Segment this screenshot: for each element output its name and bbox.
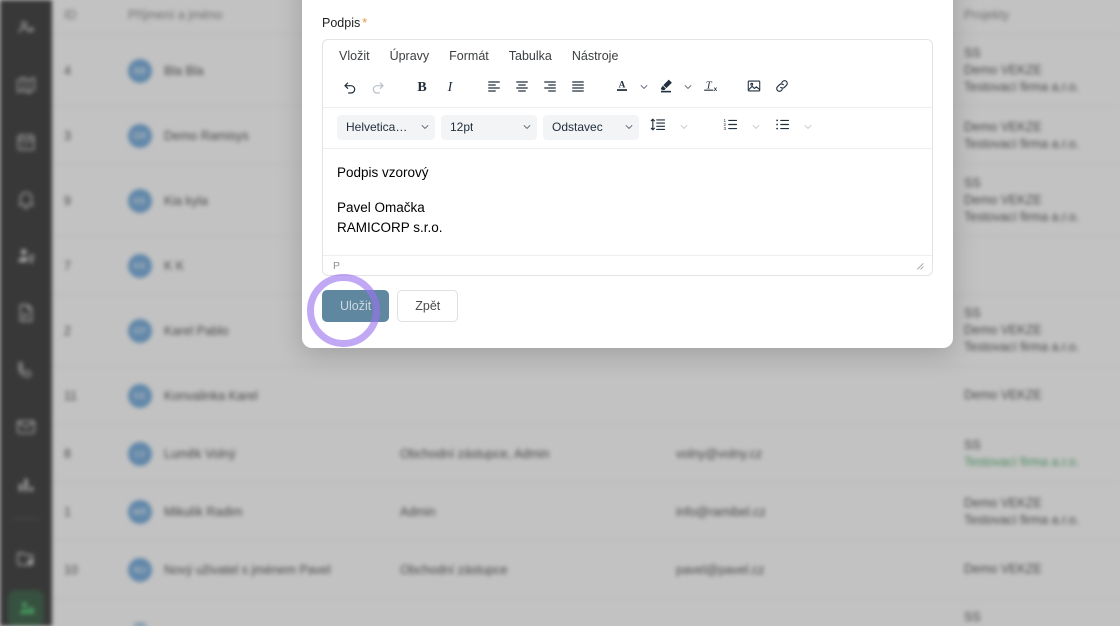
signature-field-label: Podpis * — [322, 16, 933, 30]
required-marker: * — [362, 16, 368, 30]
line-height-dropdown[interactable] — [677, 114, 691, 140]
editor-statusbar: P — [323, 255, 932, 275]
editor-element-path[interactable]: P — [333, 260, 340, 272]
editor-line-name: Pavel Omačka — [337, 200, 425, 215]
editor-toolbar-row2[interactable]: Helvetica,Ari... 12pt Odstavec — [323, 108, 932, 149]
chevron-down-icon — [639, 79, 649, 97]
rich-text-editor[interactable]: Vložit Úpravy Formát Tabulka Nástroje B … — [322, 39, 933, 276]
font-size-value: 12pt — [450, 120, 474, 134]
block-format-select[interactable]: Odstavec — [543, 114, 639, 140]
bold-button[interactable]: B — [409, 75, 435, 101]
align-left-button[interactable] — [481, 75, 507, 101]
align-justify-icon — [570, 78, 586, 99]
line-height-icon — [650, 116, 667, 138]
insert-image-icon — [746, 78, 762, 99]
font-size-select[interactable]: 12pt — [441, 114, 537, 140]
chevron-down-icon — [680, 125, 688, 129]
text-color-button[interactable]: A — [609, 75, 635, 101]
text-color-dropdown[interactable] — [637, 75, 651, 101]
align-right-button[interactable] — [537, 75, 563, 101]
undo-button[interactable] — [337, 75, 363, 101]
bold-icon: B — [417, 80, 427, 95]
modal-actions: Uložit Zpět — [322, 290, 933, 322]
menu-item-edit[interactable]: Úpravy — [390, 49, 430, 63]
align-left-icon — [486, 78, 502, 99]
editor-line-company: RAMICORP s.r.o. — [337, 220, 443, 235]
chevron-down-icon — [683, 79, 693, 97]
back-button[interactable]: Zpět — [397, 290, 459, 322]
highlight-color-dropdown[interactable] — [681, 75, 695, 101]
numbered-list-dropdown[interactable] — [749, 114, 763, 140]
italic-icon: I — [447, 80, 453, 95]
menu-item-insert[interactable]: Vložit — [339, 49, 370, 63]
signature-modal: Podpis * Vložit Úpravy Formát Tabulka Nás… — [302, 0, 953, 348]
bulleted-list-button[interactable] — [769, 114, 795, 140]
italic-button[interactable]: I — [437, 75, 463, 101]
bulleted-list-dropdown[interactable] — [801, 114, 815, 140]
chevron-down-icon — [804, 125, 812, 129]
align-right-icon — [542, 78, 558, 99]
align-justify-button[interactable] — [565, 75, 591, 101]
numbered-list-button[interactable]: 1 2 3 — [717, 114, 743, 140]
svg-text:A: A — [619, 81, 626, 91]
editor-toolbar-row1[interactable]: B I A T x — [323, 71, 932, 108]
clear-formatting-button[interactable]: T x — [697, 75, 723, 101]
redo-button[interactable] — [365, 75, 391, 101]
field-label-text: Podpis — [322, 16, 361, 30]
chevron-down-icon — [512, 122, 532, 132]
menu-item-format[interactable]: Formát — [449, 49, 489, 63]
editor-menubar[interactable]: Vložit Úpravy Formát Tabulka Nástroje — [323, 40, 932, 71]
svg-text:3: 3 — [723, 126, 726, 131]
text-color-icon: A — [614, 77, 630, 99]
block-format-value: Odstavec — [552, 120, 603, 134]
align-center-button[interactable] — [509, 75, 535, 101]
menu-item-tools[interactable]: Nástroje — [572, 49, 619, 63]
chevron-down-icon — [614, 122, 634, 132]
undo-icon — [342, 78, 358, 99]
chevron-down-icon — [752, 125, 760, 129]
chevron-down-icon — [410, 122, 430, 132]
line-height-button[interactable] — [645, 114, 671, 140]
font-family-select[interactable]: Helvetica,Ari... — [337, 114, 435, 140]
insert-link-icon — [774, 78, 790, 99]
font-family-value: Helvetica,Ari... — [346, 120, 410, 134]
insert-image-button[interactable] — [741, 75, 767, 101]
editor-content-area[interactable]: Podpis vzorový Pavel Omačka RAMICORP s.r… — [323, 149, 932, 255]
save-button[interactable]: Uložit — [322, 290, 390, 322]
redo-icon — [370, 78, 386, 99]
svg-text:x: x — [713, 87, 717, 93]
resize-handle-icon[interactable] — [913, 259, 924, 273]
menu-item-table[interactable]: Tabulka — [509, 49, 552, 63]
app-root: ID Příjmení a jméno Role E-mail Projekty… — [0, 0, 1120, 626]
insert-link-button[interactable] — [769, 75, 795, 101]
clear-formatting-icon: T x — [702, 77, 719, 99]
align-center-icon — [514, 78, 530, 99]
editor-paragraph-1: Podpis vzorový — [337, 165, 429, 180]
highlight-color-button[interactable] — [653, 75, 679, 101]
numbered-list-icon: 1 2 3 — [722, 116, 739, 138]
highlight-color-icon — [658, 77, 674, 99]
editor-paragraph-2: Pavel Omačka RAMICORP s.r.o. — [337, 198, 918, 238]
bulleted-list-icon — [774, 116, 791, 138]
